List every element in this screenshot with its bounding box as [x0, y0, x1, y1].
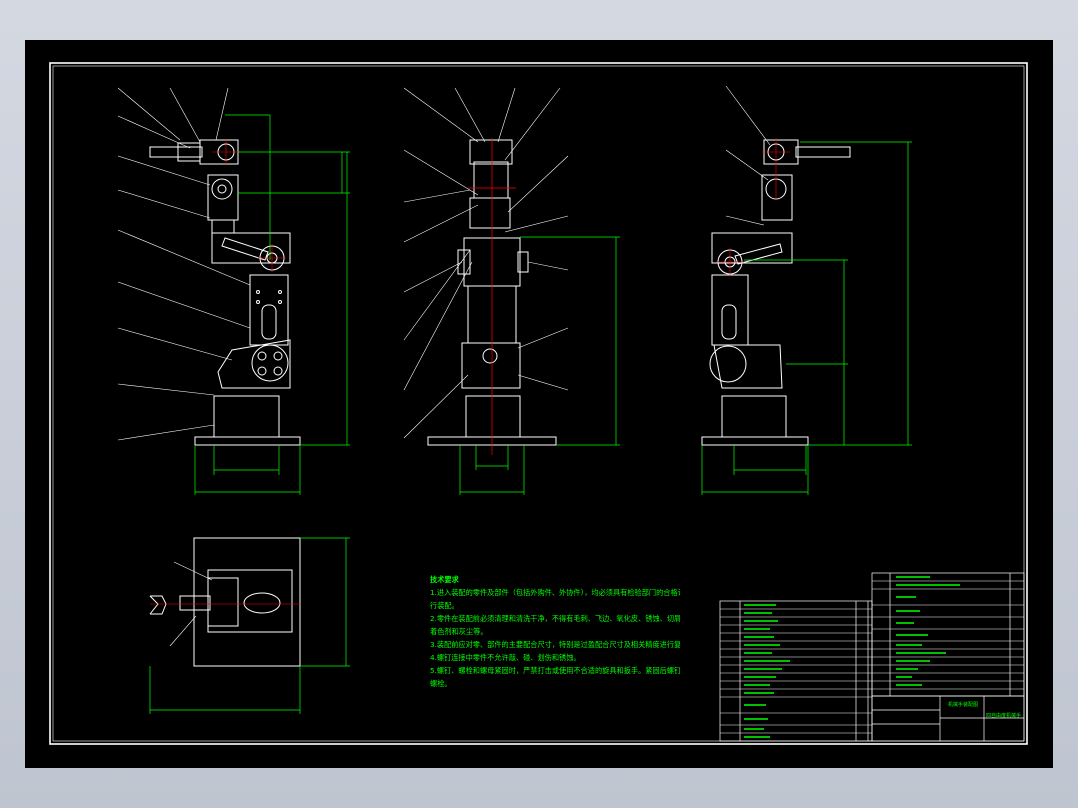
- technical-requirements: 技术要求 1.进入装配的零件及部件（包括外购件、外协件），均必须具有检验部门的合…: [430, 573, 680, 690]
- side-centerlines: [468, 138, 516, 455]
- note-line: 4.螺钉连接中零件不允许敲、碰、划伤和锈蚀。: [430, 653, 581, 662]
- notes-title: 技术要求: [430, 575, 459, 584]
- top-view: [149, 537, 301, 667]
- note-line: 着色剂和灰尘等。: [430, 627, 488, 636]
- parts-list: [719, 572, 1025, 742]
- side-dimensions: [459, 236, 620, 495]
- front-leaders: [117, 87, 251, 441]
- right-dimensions: [701, 141, 912, 495]
- top-dimensions: [149, 537, 350, 714]
- right-leaders: [725, 85, 771, 226]
- title-block-name: 机械手装配图: [948, 702, 979, 708]
- title-block-company: 四自由度机械手: [986, 713, 1022, 719]
- note-line: 5.螺钉、螺栓和螺母紧固时，严禁打击或使用不合适的旋具和扳手。紧固后螺钉槽、螺母: [430, 666, 680, 675]
- right-centerlines: [716, 138, 790, 276]
- note-line: 2.零件在装配前必须清理和清洗干净，不得有毛刺、飞边、氧化皮、锈蚀、切屑、油污、: [430, 614, 680, 623]
- note-line: 1.进入装配的零件及部件（包括外购件、外协件），均必须具有检验部门的合格证方能进: [430, 588, 680, 597]
- note-line: 行装配。: [430, 601, 459, 610]
- front-view: [149, 139, 301, 446]
- note-line: 螺栓。: [430, 679, 452, 688]
- note-line: 3.装配前应对零、部件的主要配合尺寸，特别是过盈配合尺寸及相关精度进行复查。: [430, 640, 680, 649]
- cad-window: 技术要求 1.进入装配的零件及部件（包括外购件、外协件），均必须具有检验部门的合…: [0, 0, 1078, 808]
